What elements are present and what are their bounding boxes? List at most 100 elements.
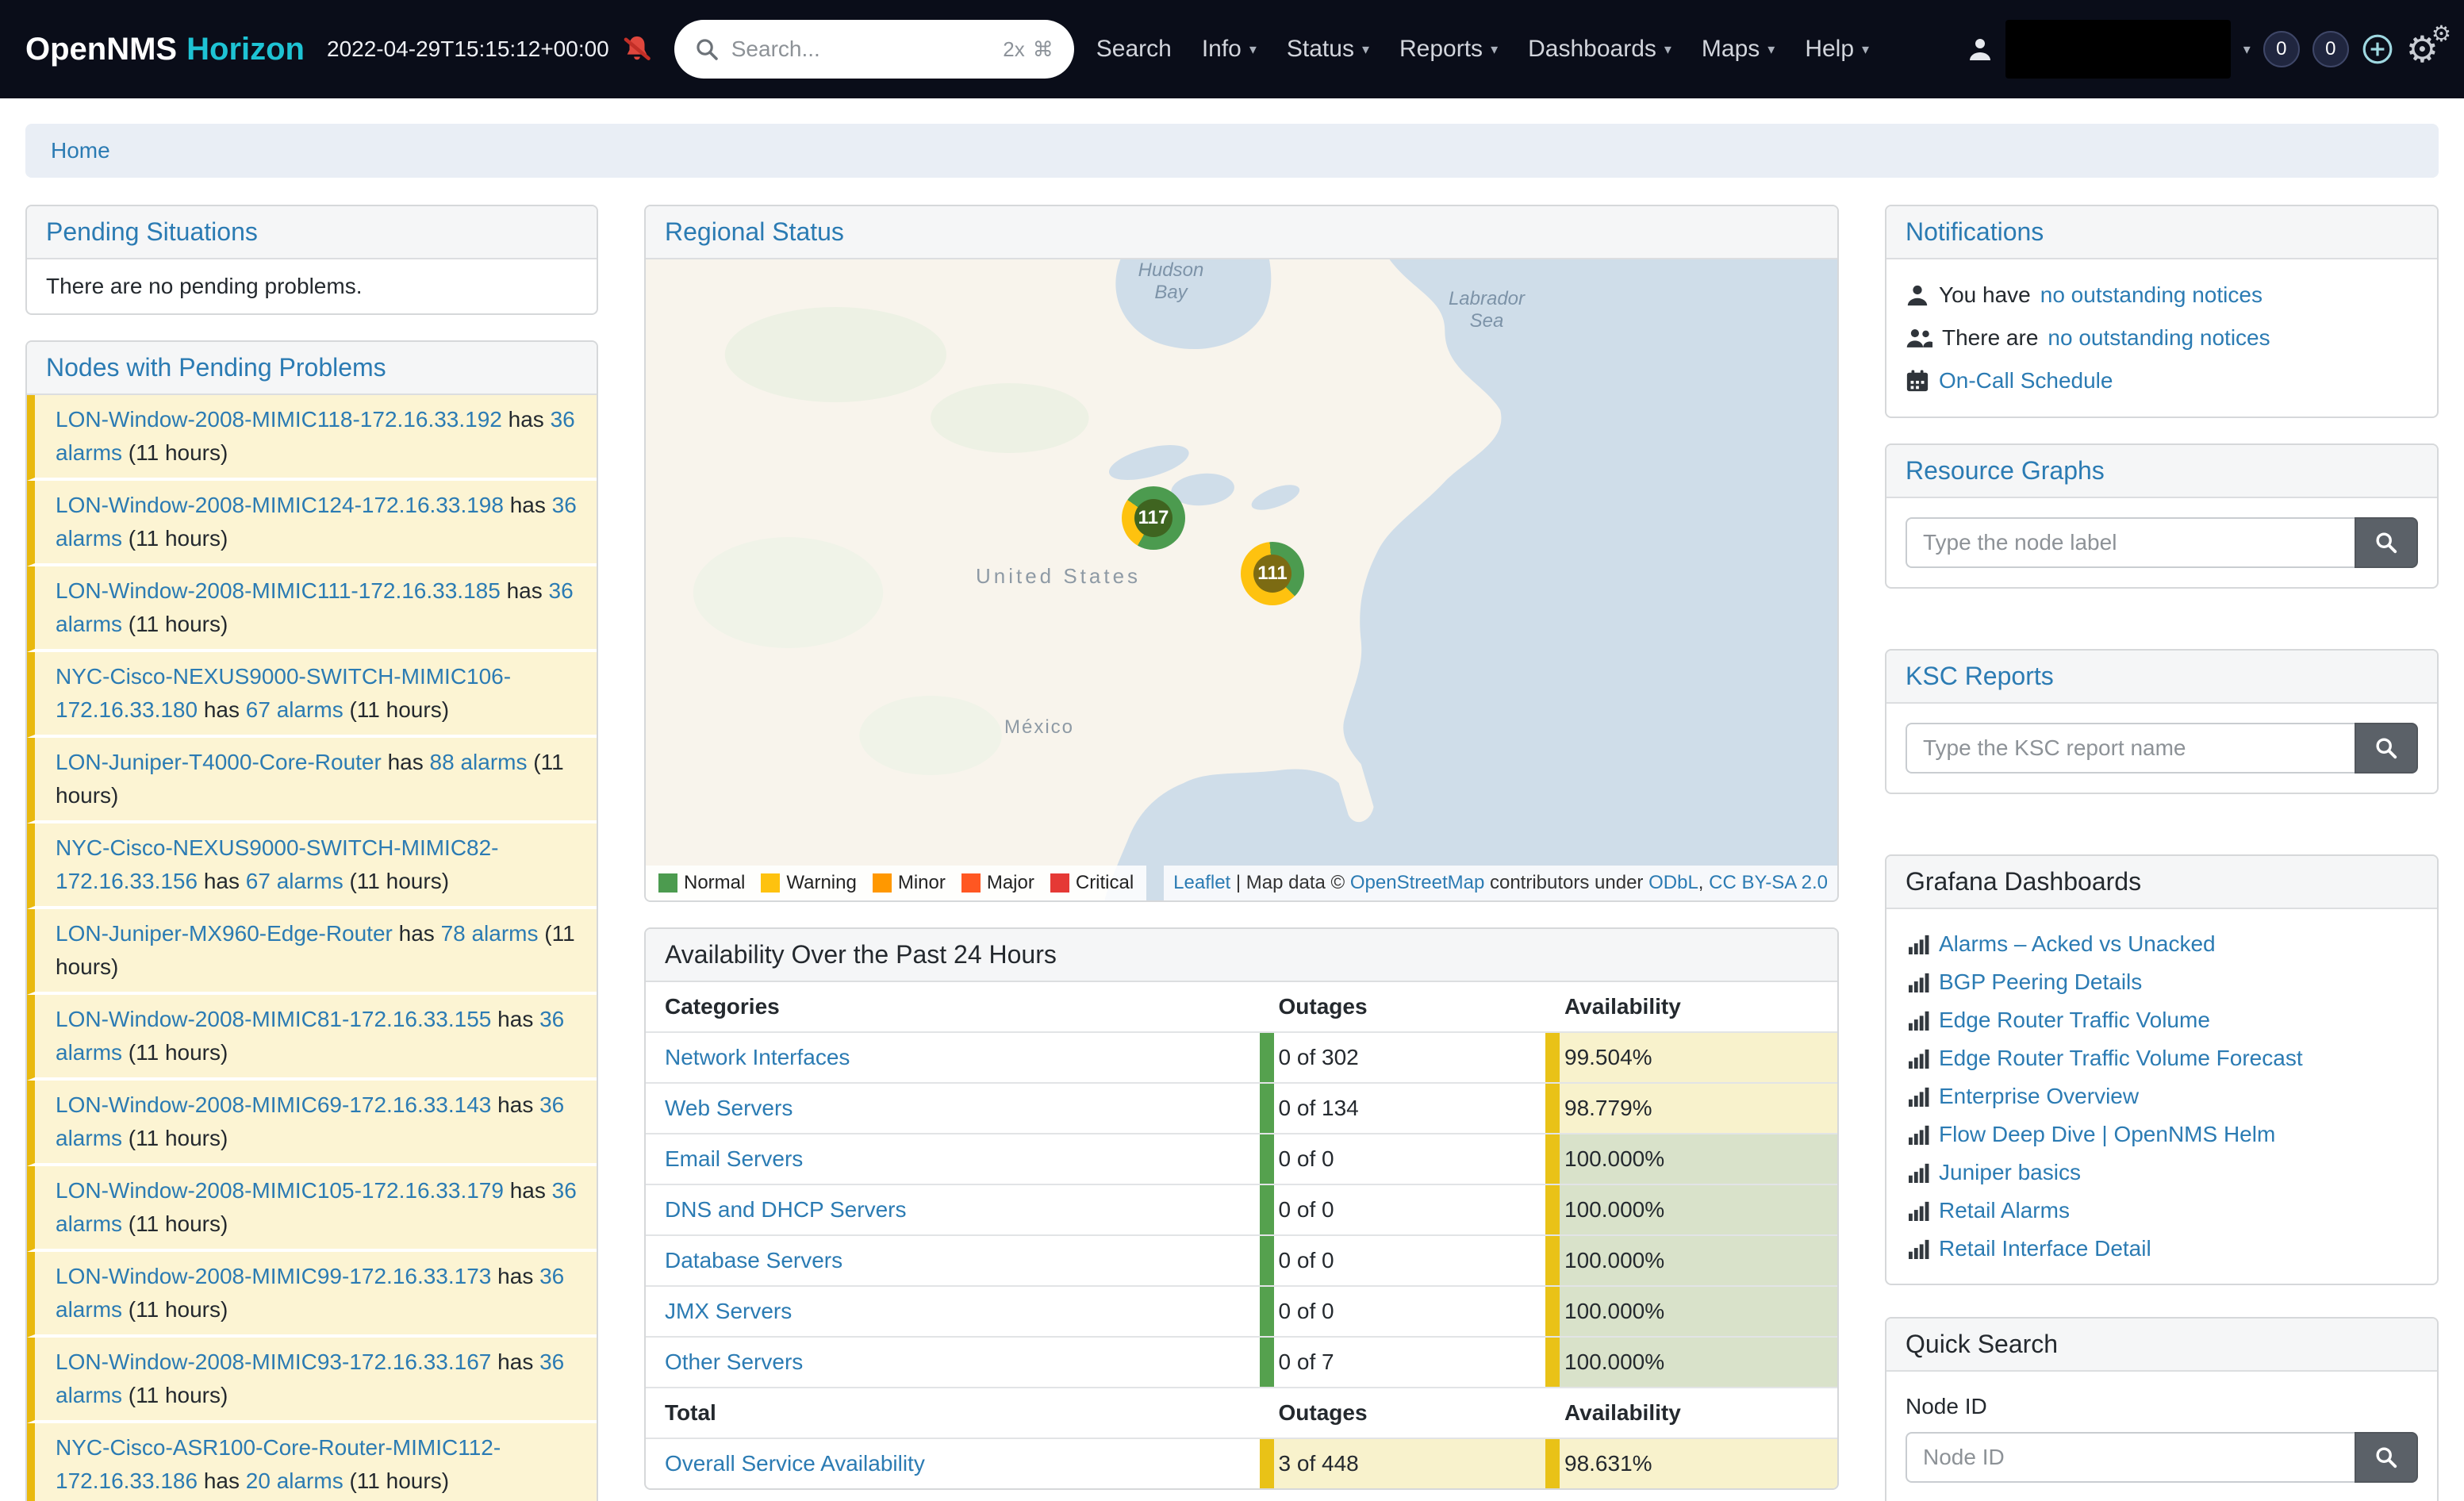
category-link[interactable]: Network Interfaces (665, 1045, 850, 1069)
legend-color-swatch (961, 873, 981, 893)
notifications-title[interactable]: Notifications (1906, 217, 2044, 246)
ksc-reports-title[interactable]: KSC Reports (1906, 662, 2054, 690)
grafana-dashboard-link[interactable]: Juniper basics (1939, 1157, 2081, 1188)
node-link[interactable]: LON-Window-2008-MIMIC118-172.16.33.192 (56, 407, 502, 432)
pending-situations-title[interactable]: Pending Situations (46, 217, 258, 246)
alarms-link[interactable]: 78 alarms (441, 921, 539, 946)
legend-item: Major (961, 872, 1034, 894)
breadcrumb-home-link[interactable]: Home (51, 138, 110, 163)
alarms-link[interactable]: 20 alarms (246, 1468, 344, 1493)
alarms-link[interactable]: 67 alarms (246, 869, 344, 893)
nav-item-help[interactable]: Help▾ (1805, 36, 1869, 63)
alarm-duration-text: (11 hours) (122, 1211, 228, 1236)
osm-link[interactable]: OpenStreetMap (1350, 872, 1484, 893)
resource-graphs-search-button[interactable] (2355, 517, 2418, 568)
grafana-dashboard-item: Alarms – Acked vs Unacked (1909, 925, 2415, 963)
outages-cell: 0 of 302 (1260, 1032, 1545, 1083)
availability-row: Web Servers 0 of 134 98.779% (646, 1083, 1837, 1134)
node-link[interactable]: LON-Window-2008-MIMIC124-172.16.33.198 (56, 493, 504, 517)
ksc-reports-search-button[interactable] (2355, 723, 2418, 774)
category-cell: Email Servers (646, 1134, 1260, 1184)
node-link[interactable]: LON-Window-2008-MIMIC105-172.16.33.179 (56, 1178, 504, 1203)
nav-item-reports[interactable]: Reports▾ (1399, 36, 1498, 63)
node-link[interactable]: LON-Window-2008-MIMIC99-172.16.33.173 (56, 1264, 491, 1288)
resource-graphs-title[interactable]: Resource Graphs (1906, 456, 2105, 485)
node-link[interactable]: LON-Window-2008-MIMIC111-172.16.33.185 (56, 578, 501, 603)
alarm-duration-text: (11 hours) (344, 869, 449, 893)
ccbysa-link[interactable]: CC BY-SA 2.0 (1709, 872, 1828, 893)
nav-item-dashboards[interactable]: Dashboards▾ (1528, 36, 1671, 63)
resource-graphs-card: Resource Graphs (1885, 443, 2439, 589)
node-link[interactable]: LON-Window-2008-MIMIC81-172.16.33.155 (56, 1007, 491, 1031)
grafana-dashboard-link[interactable]: Edge Router Traffic Volume (1939, 1005, 2210, 1035)
category-link[interactable]: JMX Servers (665, 1299, 792, 1323)
node-link[interactable]: LON-Juniper-T4000-Core-Router (56, 750, 382, 774)
category-cell: Overall Service Availability (646, 1438, 1260, 1488)
pending-situations-card: Pending Situations There are no pending … (25, 205, 598, 315)
grafana-dashboard-link[interactable]: BGP Peering Details (1939, 967, 2142, 997)
pending-node-item: LON-Window-2008-MIMIC111-172.16.33.185 h… (27, 566, 597, 652)
nav-item-search[interactable]: Search (1096, 36, 1172, 63)
regional-status-title[interactable]: Regional Status (665, 217, 844, 246)
category-link[interactable]: Email Servers (665, 1146, 803, 1171)
user-menu[interactable] (2005, 20, 2231, 79)
node-link[interactable]: LON-Window-2008-MIMIC93-172.16.33.167 (56, 1349, 491, 1374)
pending-node-item: LON-Juniper-MX960-Edge-Router has 78 ala… (27, 909, 597, 995)
pending-node-item: LON-Window-2008-MIMIC124-172.16.33.198 h… (27, 481, 597, 566)
notices-off-icon[interactable] (622, 34, 652, 64)
node-link[interactable]: LON-Juniper-MX960-Edge-Router (56, 921, 393, 946)
alarm-duration-text: (11 hours) (344, 1468, 449, 1493)
nav-item-info[interactable]: Info▾ (1202, 36, 1257, 63)
settings-gear-icon[interactable]: ⚙⚙ (2406, 31, 2439, 67)
category-link[interactable]: Other Servers (665, 1349, 803, 1374)
map-cluster-marker-111[interactable]: 111 (1241, 542, 1304, 605)
node-id-input[interactable] (1906, 1432, 2355, 1483)
global-search-input[interactable] (731, 36, 991, 62)
quick-search-title: Quick Search (1906, 1330, 2058, 1358)
breadcrumb: Home (25, 124, 2439, 178)
outage-severity-bar (1260, 1287, 1274, 1336)
region-map[interactable]: Hudson Bay Labrador Sea United States Mé… (646, 259, 1837, 900)
grafana-dashboard-link[interactable]: Edge Router Traffic Volume Forecast (1939, 1043, 2303, 1073)
quick-add-icon[interactable] (2362, 33, 2393, 65)
oncall-schedule-link[interactable]: On-Call Schedule (1939, 364, 2113, 397)
resource-graphs-input[interactable] (1906, 517, 2355, 568)
legend-color-swatch (658, 873, 677, 893)
team-notices-link[interactable]: no outstanding notices (2048, 321, 2270, 355)
quick-search-body: Node ID Node label (1886, 1372, 2437, 1501)
category-link[interactable]: Web Servers (665, 1096, 793, 1120)
map-cluster-marker-117[interactable]: 117 (1122, 486, 1185, 550)
nav-item-status[interactable]: Status▾ (1287, 36, 1369, 63)
navbar-right: ▾ 0 0 ⚙⚙ (1967, 20, 2439, 79)
node-id-search-button[interactable] (2355, 1432, 2418, 1483)
grafana-header: Grafana Dashboards (1886, 856, 2437, 909)
alarms-link[interactable]: 88 alarms (430, 750, 528, 774)
notices-count-badge[interactable]: 0 (2263, 31, 2300, 67)
leaflet-link[interactable]: Leaflet (1173, 872, 1230, 893)
alarms-count-badge[interactable]: 0 (2312, 31, 2349, 67)
grafana-dashboard-link[interactable]: Enterprise Overview (1939, 1081, 2139, 1111)
grafana-dashboard-link[interactable]: Flow Deep Dive | OpenNMS Helm (1939, 1119, 2275, 1150)
user-notices-link[interactable]: no outstanding notices (2040, 278, 2263, 312)
availability-cell: 100.000% (1545, 1337, 1837, 1388)
nodes-pending-title[interactable]: Nodes with Pending Problems (46, 353, 386, 382)
category-link[interactable]: DNS and DHCP Servers (665, 1197, 906, 1222)
nav-item-maps[interactable]: Maps▾ (1702, 36, 1775, 63)
bar-chart-icon (1909, 1010, 1929, 1031)
brand-logo[interactable]: OpenNMS Horizon (25, 32, 305, 67)
legend-item: Critical (1050, 872, 1134, 894)
category-link[interactable]: Database Servers (665, 1248, 842, 1273)
outage-severity-bar (1260, 1185, 1274, 1234)
grafana-dashboard-item: Juniper basics (1909, 1154, 2415, 1192)
grafana-dashboard-link[interactable]: Alarms – Acked vs Unacked (1939, 929, 2216, 959)
odbl-link[interactable]: ODbL (1648, 872, 1698, 893)
alarms-link[interactable]: 67 alarms (246, 697, 344, 722)
ksc-reports-input[interactable] (1906, 723, 2355, 774)
grafana-dashboard-item: Enterprise Overview (1909, 1077, 2415, 1115)
brand-opennms: OpenNMS (25, 32, 177, 67)
overall-availability-link[interactable]: Overall Service Availability (665, 1451, 925, 1476)
grafana-dashboard-link[interactable]: Retail Alarms (1939, 1196, 2070, 1226)
map-label-hudson-bay: Hudson Bay (1122, 259, 1220, 304)
grafana-dashboard-link[interactable]: Retail Interface Detail (1939, 1234, 2151, 1264)
node-link[interactable]: LON-Window-2008-MIMIC69-172.16.33.143 (56, 1092, 491, 1117)
